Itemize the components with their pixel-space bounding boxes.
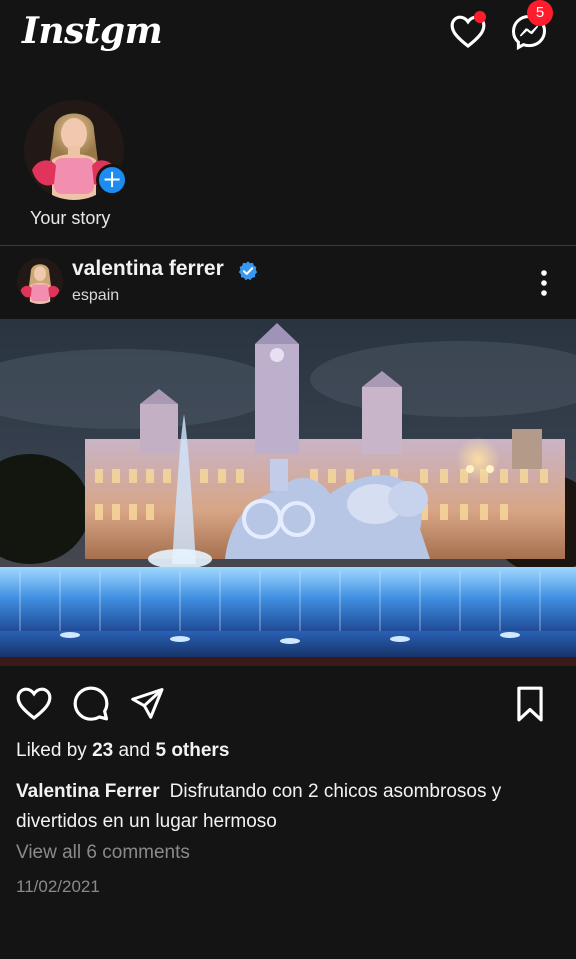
story-label: Your story	[30, 208, 111, 228]
top-bar: Instgm 5	[0, 0, 576, 70]
more-vertical-icon[interactable]	[534, 269, 554, 297]
post-actions	[0, 683, 576, 727]
heart-icon[interactable]	[15, 685, 53, 721]
notification-dot	[474, 11, 486, 23]
post-location[interactable]: espain	[72, 287, 119, 305]
post-header: valentina ferrer espain	[0, 246, 576, 318]
send-icon[interactable]	[128, 685, 166, 721]
comment-icon[interactable]	[72, 684, 110, 722]
bookmark-icon[interactable]	[513, 685, 547, 723]
verified-badge-icon	[238, 261, 258, 281]
caption-username[interactable]: Valentina Ferrer	[16, 781, 160, 802]
app-logo[interactable]: Instgm	[22, 10, 163, 52]
view-comments-link[interactable]: View all 6 comments	[16, 842, 190, 864]
likes-and: and	[118, 740, 151, 761]
add-story-plus-icon[interactable]: +	[96, 164, 128, 196]
post-caption: Valentina Ferrer Disfrutando con 2 chicos…	[16, 777, 561, 837]
likes-prefix: Liked by	[16, 740, 87, 761]
likes-count[interactable]: 23	[92, 740, 113, 761]
post-author-avatar[interactable]	[17, 258, 63, 304]
messages-badge: 5	[527, 0, 553, 26]
likes-summary[interactable]: Liked by 23 and 5 others	[16, 740, 229, 762]
post-image[interactable]	[0, 319, 576, 666]
your-story[interactable]: + Your story	[24, 100, 134, 240]
post-date: 11/02/2021	[16, 877, 100, 896]
likes-others[interactable]: 5 others	[155, 740, 229, 761]
post-username[interactable]: valentina ferrer	[72, 257, 224, 281]
